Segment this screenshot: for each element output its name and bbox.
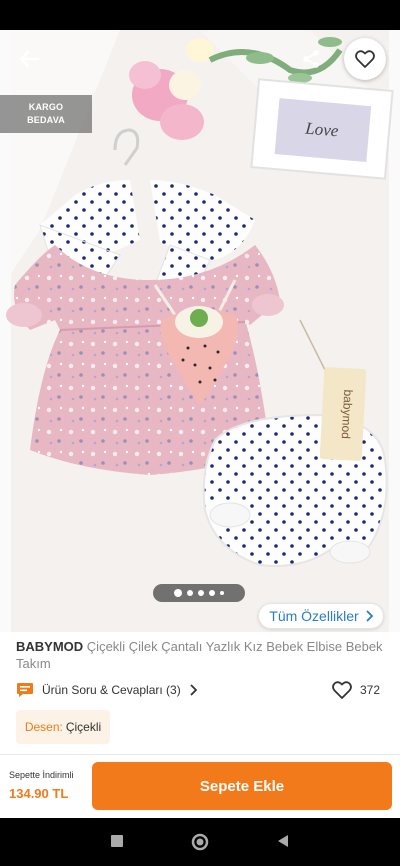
badge-line-2: BEDAVA — [27, 115, 65, 125]
chat-bubble-icon — [17, 683, 33, 697]
share-button[interactable] — [296, 44, 326, 74]
share-icon — [303, 50, 319, 68]
card-text: Love — [304, 119, 340, 141]
favorite-button[interactable] — [344, 38, 386, 80]
all-features-button[interactable]: Tüm Özellikler — [258, 603, 384, 629]
carousel-dot — [220, 591, 224, 595]
price-label: Sepette İndirimli — [9, 770, 74, 780]
chevron-right-icon — [190, 684, 197, 696]
square-icon — [111, 835, 123, 847]
qa-label: Ürün Soru & Cevapları (3) — [42, 683, 181, 697]
price-value: 134.90 TL — [9, 786, 69, 801]
pattern-label: Desen: — [24, 720, 63, 734]
product-title: BABYMOD Çiçekli Çilek Çantalı Yazlık Kız… — [16, 638, 386, 672]
tag-brand-text: babymod — [339, 389, 356, 439]
recents-button[interactable] — [108, 832, 126, 850]
product-brand[interactable]: BABYMOD — [16, 639, 83, 654]
back-button[interactable] — [14, 44, 44, 74]
carousel-dot — [174, 589, 182, 597]
triangle-left-icon — [278, 835, 288, 847]
arrow-left-icon — [19, 50, 40, 68]
free-shipping-badge: KARGO BEDAVA — [0, 95, 92, 133]
qa-link[interactable]: Ürün Soru & Cevapları (3) — [16, 682, 197, 698]
carousel-indicator — [153, 584, 245, 602]
all-features-label: Tüm Özellikler — [269, 608, 359, 624]
heart-icon — [332, 681, 352, 699]
add-to-cart-button[interactable]: Sepete Ekle — [92, 762, 392, 810]
carousel-dot — [209, 590, 215, 596]
pattern-value: Çiçekli — [65, 720, 102, 734]
heart-icon — [355, 50, 375, 68]
status-bar — [0, 0, 400, 30]
back-nav-button[interactable] — [274, 832, 292, 850]
favorite-count[interactable]: 372 — [332, 681, 380, 699]
badge-line-1: KARGO — [28, 102, 64, 112]
carousel-dot — [198, 590, 204, 596]
carousel-dot — [187, 590, 193, 596]
pattern-option-chip[interactable]: Desen: Çiçekli — [16, 710, 110, 744]
circle-icon — [191, 833, 209, 851]
favorite-count-value: 372 — [360, 683, 381, 697]
chevron-right-icon — [366, 610, 373, 622]
home-button[interactable] — [190, 832, 210, 852]
